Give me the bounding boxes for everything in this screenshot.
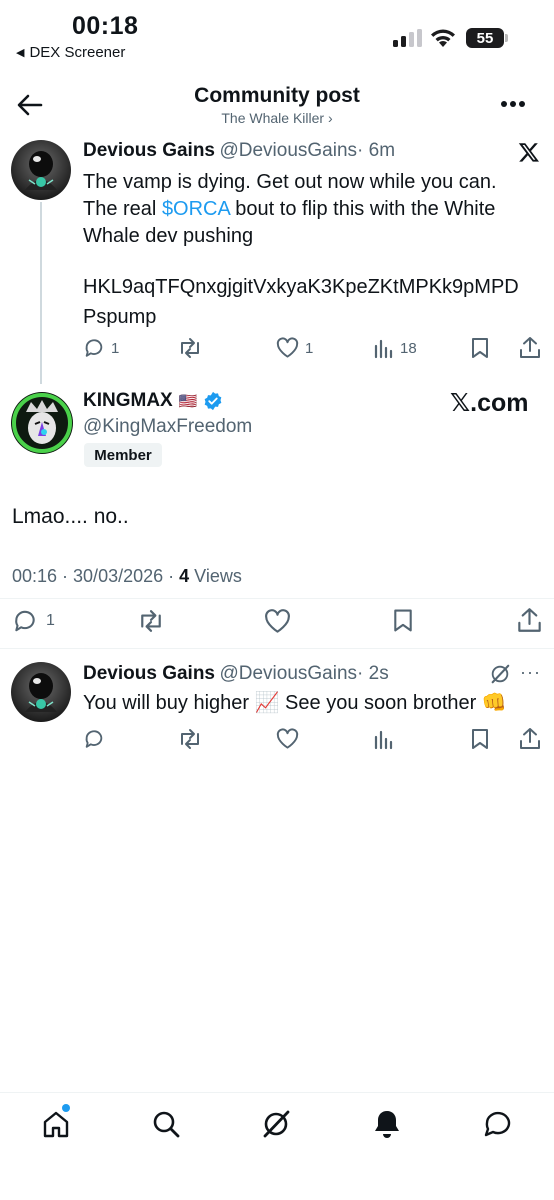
- more-options-icon[interactable]: [500, 100, 526, 108]
- contract-address-line1: HKL9aqTFQnxgjgitVxkyaK3KpeZKtMPKk9pMPD: [83, 276, 519, 298]
- repost-button[interactable]: [177, 728, 203, 750]
- reply-icon: [85, 730, 103, 748]
- author-name[interactable]: KINGMAX: [83, 390, 173, 412]
- bookmark-icon: [472, 338, 488, 358]
- fist-emoji: 👊: [481, 692, 507, 714]
- status-time: 00:18: [72, 12, 139, 40]
- like-button[interactable]: [264, 609, 291, 634]
- heart-icon: [276, 728, 299, 749]
- share-icon: [520, 728, 540, 749]
- community-name-link[interactable]: The Whale Killer ›: [0, 110, 554, 126]
- post-text-line3: Whale dev pushing: [83, 225, 254, 247]
- reply-button[interactable]: 1: [12, 608, 55, 634]
- author-handle[interactable]: @KingMaxFreedom: [83, 416, 252, 438]
- back-to-app-link[interactable]: ◀ DEX Screener: [16, 44, 125, 61]
- verified-badge-icon: [203, 391, 223, 411]
- battery-cap: [505, 34, 508, 42]
- share-button[interactable]: [519, 727, 541, 750]
- post-timestamp: 00:16 · 30/03/2026 · 4 Views: [12, 566, 242, 587]
- share-button[interactable]: [517, 607, 542, 633]
- more-options-icon[interactable]: ···: [520, 662, 541, 683]
- reply-icon: [15, 610, 35, 632]
- author-handle[interactable]: @DeviousGains: [219, 140, 357, 161]
- divider: [0, 598, 554, 599]
- share-icon: [518, 608, 541, 632]
- repost-button[interactable]: [136, 609, 166, 633]
- contract-address-line2: Pspump: [83, 306, 157, 328]
- notifications-icon[interactable]: [372, 1108, 402, 1140]
- share-button[interactable]: [519, 336, 541, 359]
- bookmark-button[interactable]: [392, 608, 414, 633]
- grok-icon[interactable]: [261, 1109, 291, 1139]
- home-icon[interactable]: [41, 1109, 71, 1139]
- x-logo-icon: [518, 141, 540, 163]
- post-age: · 6m: [357, 140, 396, 161]
- views-button[interactable]: [374, 728, 394, 750]
- post-age: · 2s: [357, 663, 389, 684]
- bookmark-button[interactable]: [470, 728, 490, 750]
- bookmark-icon: [394, 609, 412, 632]
- avatar[interactable]: [11, 662, 71, 722]
- contract-address: HKL9aqTFQnxgjgitVxkyaK3KpeZKtMPKk9pMPD P…: [83, 274, 548, 331]
- post-text: The vamp is dying. Get out now while you…: [83, 169, 543, 250]
- flag-emoji: 🇺🇸: [178, 393, 198, 410]
- like-button[interactable]: [276, 728, 299, 750]
- divider: [0, 648, 554, 649]
- heart-icon: [276, 337, 299, 358]
- post-text-suffix: bout to flip this with the White: [229, 198, 496, 220]
- signal-icon: [393, 29, 423, 47]
- post-text-line1: The vamp is dying. Get out now while you…: [83, 171, 497, 193]
- analytics-icon: [374, 730, 393, 750]
- back-triangle-icon: ◀: [16, 47, 25, 59]
- reply-button[interactable]: 1: [83, 337, 119, 359]
- post-author-row: KINGMAX 🇺🇸: [83, 390, 223, 412]
- author-handle[interactable]: @DeviousGains: [219, 663, 357, 684]
- views-button[interactable]: 18: [374, 337, 417, 359]
- reply-text-prefix: You will buy higher: [83, 692, 255, 714]
- post-text-prefix: The real: [83, 198, 162, 220]
- page-title: Community post: [194, 84, 360, 107]
- post-author-row: Devious Gains @DeviousGains· 6m: [83, 140, 395, 162]
- timestamp-text: 00:16 · 30/03/2026 ·: [12, 566, 180, 586]
- share-icon: [520, 337, 540, 358]
- grok-icon[interactable]: [489, 663, 511, 685]
- unread-dot: [62, 1104, 70, 1112]
- repost-icon: [181, 338, 199, 358]
- bookmark-button[interactable]: [470, 337, 490, 359]
- chart-emoji: 📈: [254, 692, 280, 714]
- reply-count: 1: [46, 612, 55, 629]
- author-name[interactable]: Devious Gains: [83, 663, 215, 684]
- thread-connector-line: [40, 202, 42, 384]
- post-text: Lmao.... no..: [12, 505, 129, 528]
- reply-button[interactable]: [83, 728, 105, 750]
- member-badge: Member: [84, 443, 162, 467]
- post-text-line2: The real $ORCA bout to flip this with th…: [83, 196, 543, 223]
- views-label: Views: [189, 566, 242, 586]
- reply-text-middle: See you soon brother: [279, 692, 482, 714]
- cashtag-link[interactable]: $ORCA: [162, 198, 230, 220]
- wifi-icon: [429, 28, 457, 48]
- repost-icon: [141, 610, 161, 632]
- reply-count: 1: [111, 339, 120, 357]
- repost-icon: [181, 729, 199, 749]
- heart-icon: [265, 609, 290, 633]
- analytics-icon: [374, 339, 393, 359]
- search-icon[interactable]: [151, 1109, 181, 1139]
- views-count: 4: [179, 566, 190, 586]
- reply-text: You will buy higher 📈 See you soon broth…: [83, 690, 507, 717]
- reply-author-row: Devious Gains @DeviousGains· 2s: [83, 663, 389, 685]
- x-com-watermark: 𝕏.com: [450, 389, 529, 417]
- bookmark-icon: [472, 729, 488, 749]
- repost-button[interactable]: [177, 337, 203, 359]
- reply-icon: [85, 339, 103, 357]
- like-button[interactable]: 1: [276, 337, 313, 359]
- avatar[interactable]: [11, 140, 71, 200]
- author-name[interactable]: Devious Gains: [83, 140, 215, 161]
- like-count: 1: [305, 339, 314, 357]
- battery-indicator: 55: [466, 28, 504, 48]
- avatar[interactable]: [11, 392, 73, 454]
- views-count: 18: [400, 339, 417, 357]
- back-app-label: DEX Screener: [29, 44, 126, 61]
- messages-icon[interactable]: [482, 1108, 514, 1140]
